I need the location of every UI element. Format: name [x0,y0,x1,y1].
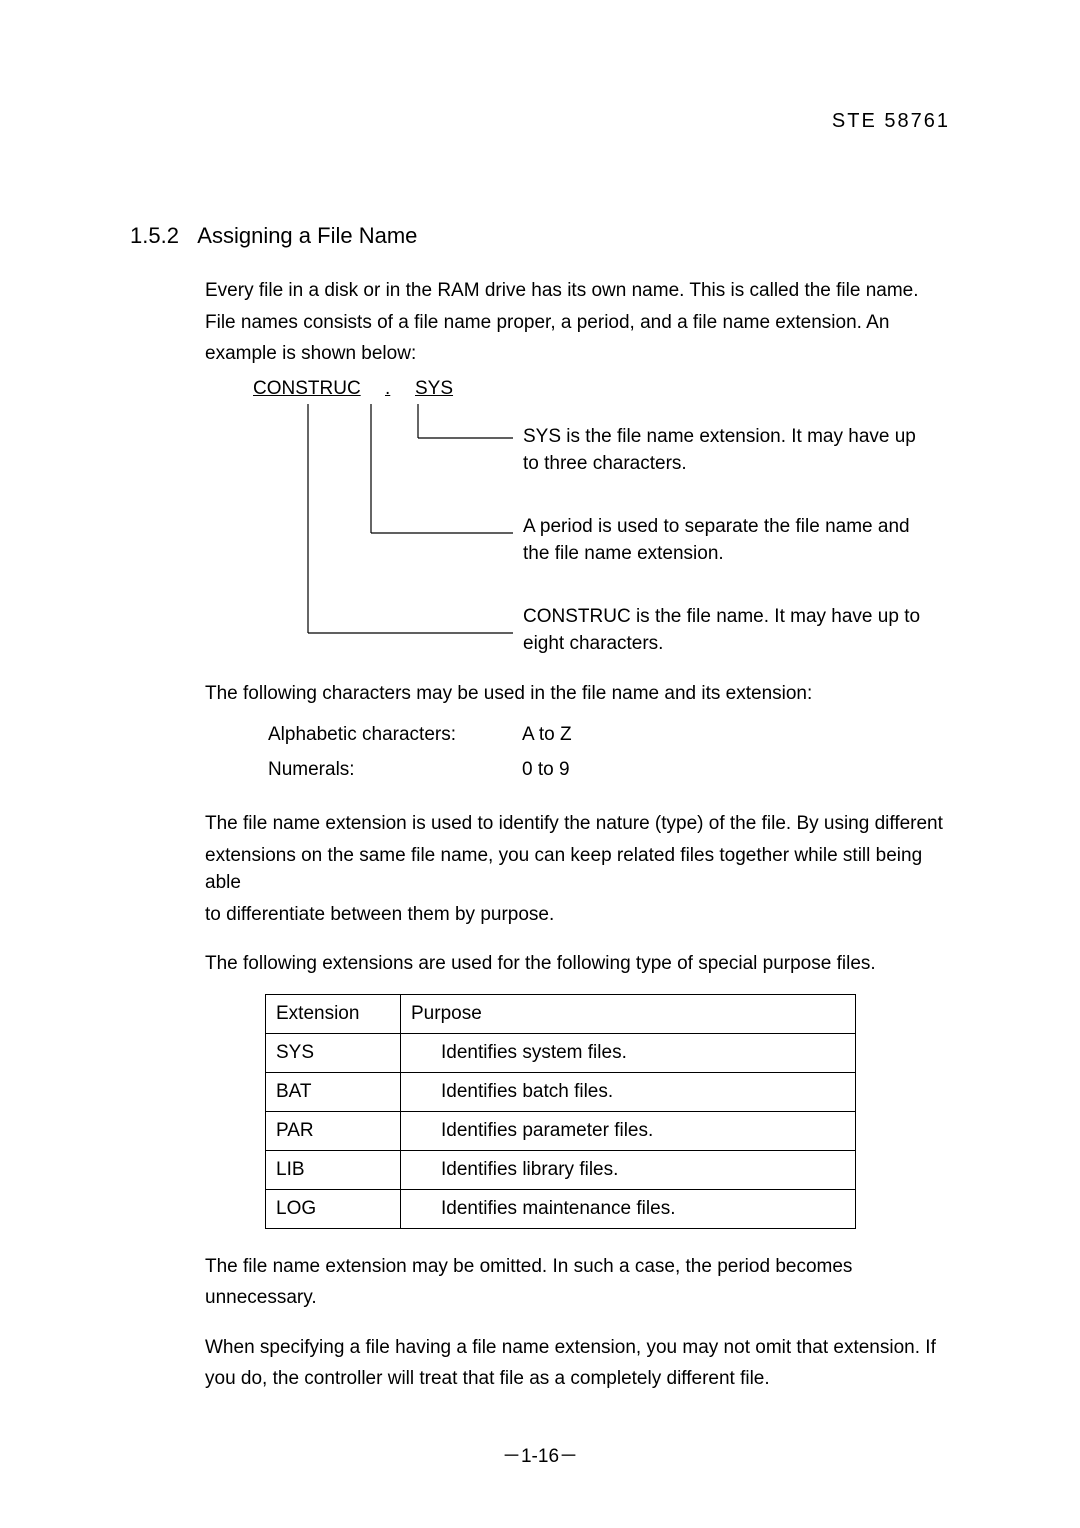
omit-l1: The file name extension may be omitted. … [205,1253,950,1281]
diagram-lines-icon [253,378,553,658]
note-period-line-2: the file name extension. [523,543,724,564]
td-purpose: Identifies maintenance files. [401,1189,856,1228]
th-purpose: Purpose [401,994,856,1033]
table-row: Extension Purpose [266,994,856,1033]
note-period-line-1: A period is used to separate the file na… [523,516,910,537]
specify-l1: When specifying a file having a file nam… [205,1334,950,1362]
table-row: PAR Identifies parameter files. [266,1111,856,1150]
num-range: 0 to 9 [521,754,573,786]
ext-use-l2: extensions on the same file name, you ca… [205,842,950,897]
td-ext: LIB [266,1150,401,1189]
th-extension: Extension [266,994,401,1033]
note-sys-line-2: to three characters. [523,453,687,474]
filename-diagram: CONSTRUC . SYS SYS is the file name exte… [253,378,950,658]
alpha-range: A to Z [521,719,573,751]
section-number: 1.5.2 [130,223,179,248]
omit-l2: unnecessary. [205,1284,950,1312]
chars-para: The following characters may be used in … [205,680,950,708]
extension-table: Extension Purpose SYS Identifies system … [265,994,856,1229]
section-heading: 1.5.2 Assigning a File Name [130,223,950,249]
table-row: LOG Identifies maintenance files. [266,1189,856,1228]
table-row: LIB Identifies library files. [266,1150,856,1189]
td-ext: SYS [266,1033,401,1072]
td-purpose: Identifies parameter files. [401,1111,856,1150]
alpha-label: Alphabetic characters: [267,719,519,751]
ext-table-para: The following extensions are used for th… [205,950,950,978]
td-ext: PAR [266,1111,401,1150]
table-row: BAT Identifies batch files. [266,1072,856,1111]
doc-code: STE 58761 [130,110,950,133]
char-list: Alphabetic characters: A to Z Numerals: … [265,717,575,788]
intro-line-2: File names consists of a file name prope… [205,309,950,337]
td-ext: BAT [266,1072,401,1111]
num-label: Numerals: [267,754,519,786]
td-purpose: Identifies library files. [401,1150,856,1189]
ext-use-l3: to differentiate between them by purpose… [205,901,950,929]
page-number: －1-16－ [0,1441,1080,1468]
intro-line-1: Every file in a disk or in the RAM drive… [205,277,950,305]
ext-use-l1: The file name extension is used to ident… [205,810,950,838]
intro-line-3: example is shown below: [205,340,950,368]
note-sys-line-1: SYS is the file name extension. It may h… [523,426,916,447]
section-title: Assigning a File Name [197,223,417,248]
specify-l2: you do, the controller will treat that f… [205,1365,950,1393]
td-purpose: Identifies system files. [401,1033,856,1072]
td-purpose: Identifies batch files. [401,1072,856,1111]
table-row: SYS Identifies system files. [266,1033,856,1072]
note-base-line-2: eight characters. [523,633,663,654]
td-ext: LOG [266,1189,401,1228]
note-base-line-1: CONSTRUC is the file name. It may have u… [523,606,920,627]
